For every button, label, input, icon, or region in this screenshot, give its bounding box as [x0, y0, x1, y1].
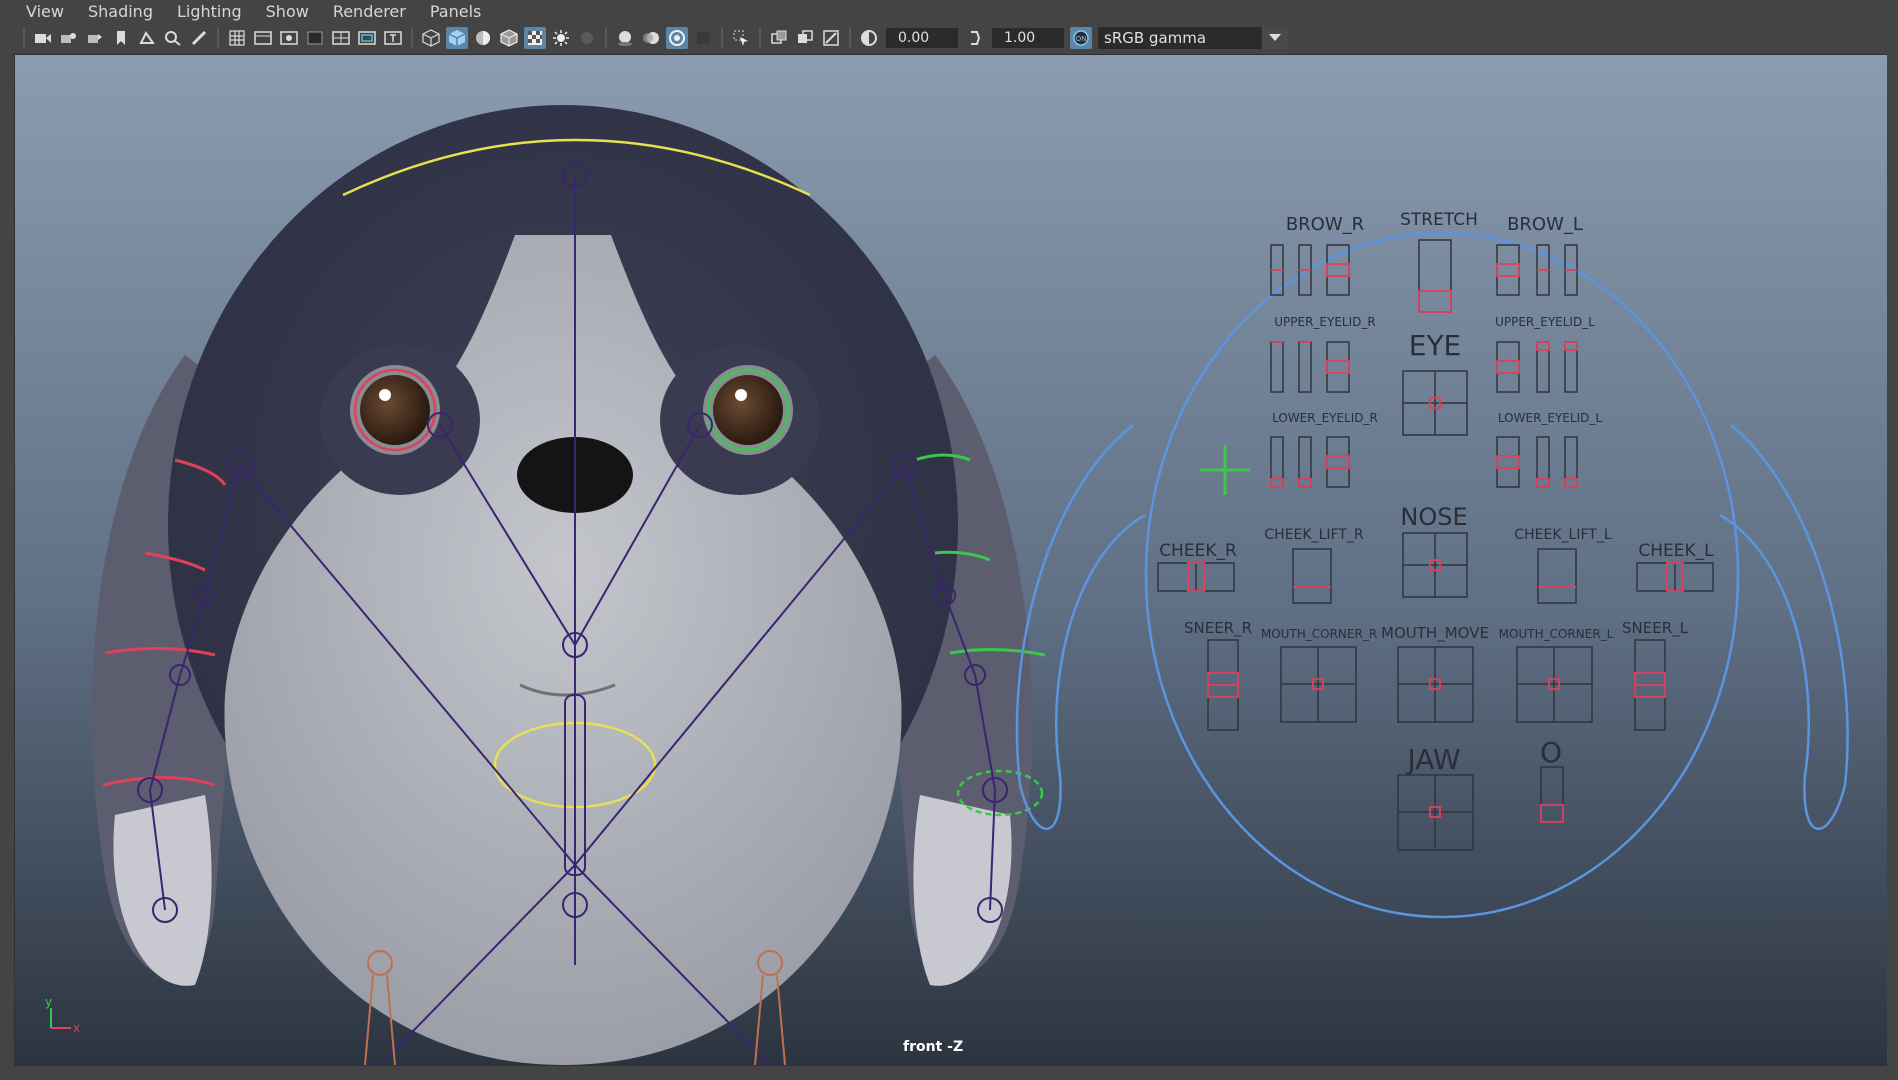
viewport-toolbar: 0.00 1.00 ON sRGB gamma	[0, 24, 1898, 52]
menu-shading[interactable]: Shading	[76, 0, 165, 24]
label-mouth-corner-r: MOUTH_CORNER_R	[1261, 627, 1377, 641]
label-cheek-l: CHEEK_L	[1638, 541, 1714, 561]
screen-space-ao-icon[interactable]	[614, 27, 636, 49]
menu-view[interactable]: View	[0, 0, 76, 24]
label-stretch: STRETCH	[1400, 210, 1478, 230]
gamma-field[interactable]: 1.00	[992, 28, 1064, 48]
label-upper-eyelid-l: UPPER_EYELID_L	[1495, 315, 1595, 329]
two-d-pan-zoom-icon[interactable]	[162, 27, 184, 49]
label-cheek-lift-l: CHEEK_LIFT_L	[1514, 527, 1611, 543]
menu-show[interactable]: Show	[254, 0, 321, 24]
camera-label: front -Z	[903, 1039, 964, 1055]
viewport-menubar: View Shading Lighting Show Renderer Pane…	[0, 0, 1898, 24]
label-mouth-corner-l: MOUTH_CORNER_L	[1499, 627, 1614, 641]
label-jaw: JAW	[1405, 743, 1460, 776]
label-brow-l: BROW_L	[1507, 214, 1583, 235]
panel-edge	[1887, 54, 1898, 1066]
color-management-icon[interactable]: ON	[1070, 27, 1092, 49]
xray-icon[interactable]	[768, 27, 790, 49]
safe-action-icon[interactable]	[356, 27, 378, 49]
label-upper-eyelid-r: UPPER_EYELID_R	[1274, 315, 1375, 329]
smooth-shade-icon[interactable]	[446, 27, 468, 49]
depth-of-field-icon[interactable]	[692, 27, 714, 49]
svg-text:ON: ON	[1076, 35, 1087, 43]
multisample-aa-icon[interactable]	[666, 27, 688, 49]
color-space-value: sRGB gamma	[1104, 29, 1207, 47]
backface-culling-icon[interactable]	[820, 27, 842, 49]
textured-icon[interactable]	[524, 27, 546, 49]
camera-attributes-icon[interactable]	[58, 27, 80, 49]
shadows-icon[interactable]	[576, 27, 598, 49]
toolbar-divider	[605, 28, 607, 48]
viewport-scene[interactable]: BROW_R STRETCH BROW_L UPPER_EYELID_R UPP…	[15, 55, 1887, 1065]
resolution-gate-icon[interactable]	[278, 27, 300, 49]
label-sneer-l: SNEER_L	[1622, 619, 1689, 638]
use-default-material-icon[interactable]	[472, 27, 494, 49]
bookmark-camera-icon[interactable]	[84, 27, 106, 49]
chevron-down-icon[interactable]	[1262, 27, 1288, 49]
viewport-panel[interactable]: BROW_R STRETCH BROW_L UPPER_EYELID_R UPP…	[14, 54, 1888, 1066]
menu-lighting[interactable]: Lighting	[165, 0, 254, 24]
gamma-icon[interactable]	[964, 27, 986, 49]
toolbar-divider	[759, 28, 761, 48]
motion-blur-icon[interactable]	[640, 27, 662, 49]
label-mouth-move: MOUTH_MOVE	[1381, 624, 1489, 643]
label-eye: EYE	[1409, 329, 1462, 362]
wireframe-on-shaded-icon[interactable]	[498, 27, 520, 49]
wireframe-icon[interactable]	[420, 27, 442, 49]
toolbar-divider	[721, 28, 723, 48]
grid-icon[interactable]	[226, 27, 248, 49]
label-sneer-r: SNEER_R	[1184, 619, 1252, 638]
axis-y-label: y	[45, 995, 52, 1009]
field-chart-icon[interactable]	[330, 27, 352, 49]
image-plane-icon[interactable]	[136, 27, 158, 49]
label-lower-eyelid-r: LOWER_EYELID_R	[1272, 411, 1378, 425]
toolbar-divider	[849, 28, 851, 48]
use-all-lights-icon[interactable]	[550, 27, 572, 49]
label-cheek-r: CHEEK_R	[1159, 541, 1237, 561]
bottom-bar	[0, 1066, 1898, 1080]
exposure-field[interactable]: 0.00	[886, 28, 958, 48]
exposure-icon[interactable]	[858, 27, 880, 49]
film-gate-icon[interactable]	[252, 27, 274, 49]
toolbar-divider	[217, 28, 219, 48]
label-lower-eyelid-l: LOWER_EYELID_L	[1498, 411, 1602, 425]
eye-right	[360, 375, 430, 445]
gate-mask-icon[interactable]	[304, 27, 326, 49]
axis-x-label: x	[73, 1021, 80, 1035]
menu-renderer[interactable]: Renderer	[321, 0, 418, 24]
label-brow-r: BROW_R	[1286, 214, 1364, 235]
xray-joints-icon[interactable]	[794, 27, 816, 49]
toolbar-divider	[23, 28, 25, 48]
menu-panels[interactable]: Panels	[418, 0, 494, 24]
isolate-select-icon[interactable]	[730, 27, 752, 49]
bookmark-icon[interactable]	[110, 27, 132, 49]
select-camera-icon[interactable]	[32, 27, 54, 49]
safe-title-icon[interactable]	[382, 27, 404, 49]
label-nose: NOSE	[1400, 503, 1467, 531]
label-cheek-lift-r: CHEEK_LIFT_R	[1264, 527, 1363, 543]
eye-left	[713, 375, 783, 445]
color-space-dropdown[interactable]: sRGB gamma	[1098, 27, 1288, 49]
toolbar-divider	[411, 28, 413, 48]
grease-pencil-icon[interactable]	[188, 27, 210, 49]
label-o: O	[1540, 736, 1562, 769]
